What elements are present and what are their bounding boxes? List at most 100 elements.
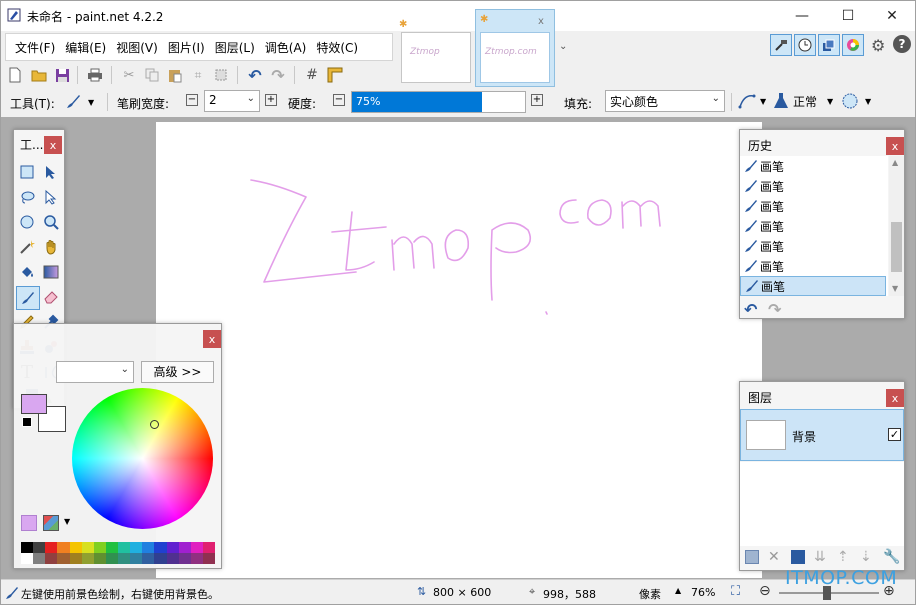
history-panel-close-icon[interactable]: x bbox=[886, 137, 904, 155]
menu-effects[interactable]: 特效(C) bbox=[311, 39, 363, 56]
move-layer-down-icon[interactable]: ⇣ bbox=[860, 549, 872, 565]
redo-icon[interactable]: ↷ bbox=[268, 65, 288, 85]
tool-selector[interactable]: ▼ bbox=[64, 92, 98, 112]
history-item[interactable]: 画笔 bbox=[740, 236, 886, 256]
menu-edit[interactable]: 编辑(E) bbox=[60, 39, 111, 56]
scroll-up-icon[interactable]: ▲ bbox=[892, 158, 898, 167]
move-selected-pixels-icon[interactable] bbox=[41, 187, 61, 207]
units-select[interactable]: 像素 bbox=[639, 586, 661, 602]
color-wheel[interactable] bbox=[72, 388, 213, 529]
history-scrollbar[interactable]: ▲ ▼ bbox=[889, 156, 904, 296]
history-item[interactable]: 画笔 bbox=[740, 216, 886, 236]
zoom-to-window-icon[interactable]: ⛶ bbox=[731, 584, 740, 599]
paint-bucket-icon[interactable] bbox=[17, 262, 37, 282]
history-item[interactable]: 画笔 bbox=[740, 196, 886, 216]
decrease-hardness-button[interactable]: − bbox=[333, 94, 345, 106]
history-item[interactable]: 画笔 bbox=[740, 256, 886, 276]
image-canvas[interactable] bbox=[156, 122, 762, 578]
colors-panel-close-icon[interactable]: x bbox=[203, 330, 221, 348]
zoom-out-icon[interactable]: ⊖ bbox=[759, 583, 771, 599]
help-icon[interactable]: ? bbox=[893, 35, 911, 53]
zoom-icon[interactable] bbox=[41, 212, 61, 232]
merge-layer-down-icon[interactable]: ⇊ bbox=[814, 549, 826, 565]
pan-hand-icon[interactable] bbox=[41, 237, 61, 257]
ruler-icon[interactable] bbox=[325, 65, 345, 85]
cursor-position: 998，588 bbox=[543, 588, 596, 601]
history-item[interactable]: 画笔 bbox=[740, 176, 886, 196]
gradient-icon[interactable] bbox=[41, 262, 61, 282]
decrease-width-button[interactable]: − bbox=[186, 94, 198, 106]
history-window-toggle[interactable] bbox=[794, 34, 816, 56]
duplicate-layer-icon[interactable] bbox=[791, 550, 805, 564]
layer-visibility-checkbox[interactable]: ✓ bbox=[888, 428, 901, 441]
chevron-down-icon: ⌄ bbox=[246, 93, 255, 104]
add-to-palette-icon[interactable] bbox=[21, 515, 37, 531]
paintbrush-tool-icon[interactable] bbox=[16, 286, 40, 310]
eraser-icon[interactable] bbox=[41, 287, 61, 307]
scroll-down-icon[interactable]: ▼ bbox=[892, 284, 898, 293]
antialiasing-toggle[interactable]: ▼ bbox=[738, 92, 766, 110]
selection-mode-select[interactable]: ▼ bbox=[841, 92, 871, 110]
advanced-button[interactable]: 高级 >> bbox=[141, 361, 214, 383]
menu-layers[interactable]: 图层(L) bbox=[210, 39, 260, 56]
reset-colors-icon[interactable] bbox=[22, 417, 32, 427]
increase-hardness-button[interactable]: + bbox=[531, 94, 543, 106]
rectangle-select-icon[interactable] bbox=[17, 162, 37, 182]
layers-window-toggle[interactable] bbox=[818, 34, 840, 56]
paste-icon[interactable] bbox=[165, 65, 185, 85]
color-wheel-handle[interactable] bbox=[150, 420, 159, 429]
increase-width-button[interactable]: + bbox=[265, 94, 277, 106]
scroll-thumb[interactable] bbox=[891, 222, 902, 272]
image-tab[interactable]: Ztmop bbox=[401, 32, 471, 83]
copy-icon[interactable] bbox=[142, 65, 162, 85]
tabs-scroll-icon[interactable]: ⌄ bbox=[559, 41, 567, 52]
minimize-button[interactable]: — bbox=[779, 1, 825, 31]
deselect-icon[interactable] bbox=[211, 65, 231, 85]
ellipse-select-icon[interactable] bbox=[17, 212, 37, 232]
magic-wand-icon[interactable] bbox=[17, 237, 37, 257]
history-redo-icon[interactable]: ↷ bbox=[768, 300, 781, 319]
crop-icon[interactable]: ⌗ bbox=[188, 65, 208, 85]
primary-color-swatch[interactable] bbox=[21, 394, 47, 414]
move-layer-up-icon[interactable]: ⇡ bbox=[837, 549, 849, 565]
menu-adjustments[interactable]: 调色(A) bbox=[260, 39, 312, 56]
layers-panel-close-icon[interactable]: x bbox=[886, 389, 904, 407]
undo-icon[interactable]: ↶ bbox=[245, 65, 265, 85]
lasso-select-icon[interactable] bbox=[17, 187, 37, 207]
status-bar: 左键使用前景色绘制，右键使用背景色。 ⇅ 800 × 600 ⌖ 998，588… bbox=[1, 579, 915, 604]
tools-window-toggle[interactable] bbox=[770, 34, 792, 56]
save-icon[interactable] bbox=[52, 65, 72, 85]
colors-window-toggle[interactable] bbox=[842, 34, 864, 56]
blend-mode-select[interactable]: 正常 ▼ bbox=[773, 92, 833, 110]
palette-select[interactable]: ⌄ bbox=[56, 361, 134, 383]
menu-view[interactable]: 视图(V) bbox=[111, 39, 163, 56]
close-button[interactable]: ✕ bbox=[869, 1, 915, 31]
maximize-button[interactable]: ☐ bbox=[825, 1, 871, 31]
palette-menu-icon[interactable] bbox=[43, 515, 59, 531]
menu-image[interactable]: 图片(I) bbox=[163, 39, 210, 56]
tab-close-icon[interactable]: x bbox=[534, 14, 548, 28]
print-icon[interactable] bbox=[85, 65, 105, 85]
move-selection-icon[interactable] bbox=[41, 162, 61, 182]
image-tab-active[interactable]: ✱ x Ztmop.com bbox=[475, 9, 555, 87]
new-file-icon[interactable] bbox=[5, 65, 25, 85]
cut-icon[interactable]: ✂ bbox=[119, 65, 139, 85]
menu-file[interactable]: 文件(F) bbox=[10, 39, 60, 56]
layer-row[interactable]: 背景 ✓ bbox=[740, 409, 904, 461]
add-layer-icon[interactable] bbox=[745, 550, 759, 564]
delete-layer-icon[interactable]: ✕ bbox=[768, 549, 780, 565]
brush-width-input[interactable]: 2 ⌄ bbox=[204, 90, 260, 112]
hardness-slider[interactable]: 75% bbox=[351, 91, 526, 113]
settings-gear-icon[interactable]: ⚙ bbox=[871, 36, 885, 55]
layer-properties-wrench-icon[interactable]: 🔧 bbox=[883, 549, 900, 565]
history-item-selected[interactable]: 画笔 bbox=[740, 276, 886, 296]
grid-icon[interactable]: # bbox=[302, 65, 322, 85]
fill-select[interactable]: 实心颜色 ⌄ bbox=[605, 90, 725, 112]
history-undo-icon[interactable]: ↶ bbox=[744, 300, 757, 319]
history-item[interactable]: 画笔 bbox=[740, 156, 886, 176]
open-folder-icon[interactable] bbox=[29, 65, 49, 85]
toolbar-separator bbox=[77, 66, 78, 84]
zoom-value[interactable]: 76% bbox=[691, 586, 715, 599]
tools-panel-close-icon[interactable]: x bbox=[44, 136, 62, 154]
color-palette[interactable] bbox=[21, 542, 215, 564]
